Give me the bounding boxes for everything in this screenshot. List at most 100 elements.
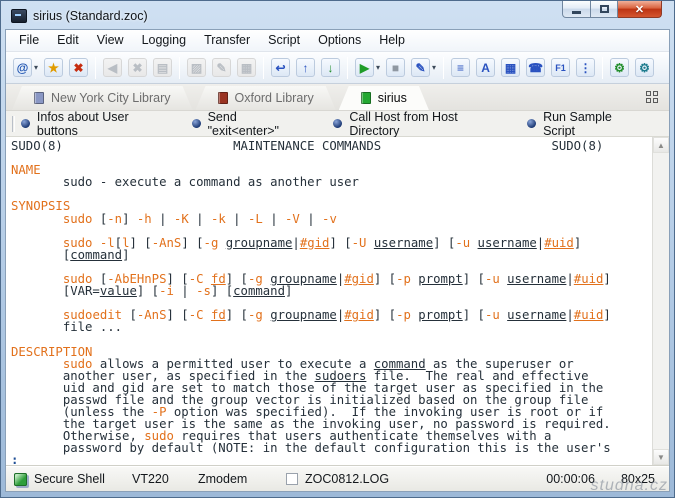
user-button-label: Run Sample Script [543, 109, 612, 138]
bullet-icon [20, 119, 30, 128]
terminal-line: [command] [11, 247, 130, 262]
emulation-options-button[interactable]: ≡ [449, 55, 472, 81]
disconnect-button[interactable]: ✖ [67, 55, 90, 81]
terminal-line: SUDO(8) MAINTENANCE COMMANDS SUDO(8) [11, 139, 604, 153]
session-settings-button[interactable]: ⚙ [633, 55, 656, 81]
device-tools-button[interactable]: ⚙ [608, 55, 631, 81]
color-options-button[interactable]: ▦ [499, 55, 522, 81]
minimize-icon [572, 10, 581, 14]
terminal-area: SUDO(8) MAINTENANCE COMMANDS SUDO(8) NAM… [6, 137, 669, 466]
terminal-line: file ... [11, 320, 123, 335]
color-options-icon: ▦ [501, 58, 521, 77]
edit-script-button[interactable]: ✎ ▾ [409, 55, 438, 81]
bullet-icon [527, 119, 537, 128]
misc-options-icon: ⋮ [576, 58, 596, 77]
client-area: File Edit View Logging Transfer Script Options… [5, 29, 670, 492]
font-options-button[interactable]: A [474, 55, 497, 81]
font-options-icon: A [476, 58, 496, 77]
tab-new-york-city-library[interactable]: New York City Library [12, 86, 193, 110]
user-button-send-exit-enter[interactable]: Send "exit<enter>" [191, 110, 300, 138]
user-buttons: Infos about User buttons Send "exit<enter… [20, 109, 669, 138]
modem-options-button[interactable]: ☎ [524, 55, 547, 81]
send-text-icon: ↩ [271, 58, 291, 77]
maximize-button[interactable] [591, 1, 618, 18]
misc-options-button[interactable]: ⋮ [574, 55, 597, 81]
upload-file-icon: ↑ [296, 58, 316, 77]
status-size: 80x25 [620, 472, 655, 486]
stop-script-button[interactable]: ■ [384, 55, 407, 81]
toolbar-separator [95, 56, 97, 79]
close-session-button[interactable]: ✖ [126, 55, 149, 81]
maximize-icon [599, 5, 609, 13]
close-icon: ✕ [634, 3, 645, 16]
window-layout-icon[interactable] [646, 91, 659, 104]
previous-session-button[interactable]: ◀ [101, 55, 124, 81]
print-button[interactable]: ▦ [235, 55, 258, 81]
log-checkbox[interactable] [286, 473, 298, 485]
tab-label: Oxford Library [234, 91, 314, 105]
terminal-output[interactable]: SUDO(8) MAINTENANCE COMMANDS SUDO(8) NAM… [6, 137, 652, 465]
scrollbar[interactable]: ▲ ▼ [652, 137, 669, 465]
tab-label: New York City Library [51, 91, 171, 105]
bullet-icon [191, 119, 201, 128]
status-logfile: ZOC0812.LOG [305, 472, 390, 486]
terminal-line: [VAR=value] [-i | -s] [command] [11, 284, 293, 299]
tab-sirius[interactable]: sirius [339, 86, 429, 110]
session-log-button[interactable]: ▤ [151, 55, 174, 81]
quick-connection-button[interactable]: ★ [42, 55, 65, 81]
menu-bar: File Edit View Logging Transfer Script Options… [6, 30, 669, 52]
user-button-label: Call Host from Host Directory [349, 109, 458, 138]
modem-options-icon: ☎ [526, 58, 546, 77]
menu-script[interactable]: Script [259, 30, 309, 51]
function-key-options-button[interactable]: F1 [549, 55, 572, 81]
send-text-button[interactable]: ↩ [269, 55, 292, 81]
clipboard-edit-button[interactable]: ✎ [210, 55, 233, 81]
menu-options[interactable]: Options [309, 30, 370, 51]
download-file-button[interactable]: ↓ [319, 55, 342, 81]
menu-file[interactable]: File [10, 30, 48, 51]
scroll-up-icon[interactable]: ▲ [653, 137, 669, 153]
previous-session-icon: ◀ [103, 58, 123, 77]
toolbar-separator [179, 56, 181, 79]
close-button[interactable]: ✕ [618, 1, 662, 18]
dropdown-caret-icon[interactable]: ▾ [432, 63, 436, 72]
user-button-label: Infos about User buttons [36, 109, 129, 138]
minimize-button[interactable] [562, 1, 591, 18]
stop-script-icon: ■ [386, 58, 406, 77]
connection-directory-button[interactable]: @ ▾ [11, 55, 40, 81]
user-button-run-sample-script[interactable]: Run Sample Script [527, 110, 635, 138]
paste-button[interactable]: ▨ [185, 55, 208, 81]
function-key-options-icon: F1 [551, 58, 571, 77]
menu-help[interactable]: Help [370, 30, 414, 51]
scroll-down-icon[interactable]: ▼ [653, 449, 669, 465]
menu-transfer[interactable]: Transfer [195, 30, 259, 51]
toolbar: @ ▾ ★ ✖ ◀ ✖ ▤ ▨ ✎ ▦ ↩ ↑ ↓ ▶ ▾ ■ ✎ ▾ ≡ A ▦ ☎ F1 ⋮ ⚙ ⚙ [6, 52, 669, 84]
dropdown-caret-icon[interactable]: ▾ [34, 63, 38, 72]
tab-oxford-library[interactable]: Oxford Library [196, 86, 336, 110]
user-button-call-host-from-host-directory[interactable]: Call Host from Host Directory [333, 110, 493, 138]
download-file-icon: ↓ [321, 58, 341, 77]
run-script-button[interactable]: ▶ ▾ [353, 55, 382, 81]
upload-file-button[interactable]: ↑ [294, 55, 317, 81]
menu-view[interactable]: View [88, 30, 133, 51]
grip-handle[interactable] [12, 115, 15, 132]
status-bar: Secure Shell VT220 Zmodem ZOC0812.LOG 00… [6, 466, 669, 491]
tab-strip: New York City Library Oxford Library siriu… [6, 84, 669, 111]
app-icon [11, 9, 27, 23]
user-button-infos-about-user-buttons[interactable]: Infos about User buttons [20, 109, 158, 138]
terminal-line: sudo - execute a command as another user [11, 175, 359, 190]
menu-edit[interactable]: Edit [48, 30, 88, 51]
menu-logging[interactable]: Logging [133, 30, 196, 51]
terminal-line: : [11, 453, 19, 465]
device-tools-icon: ⚙ [610, 58, 630, 77]
status-connection: Secure Shell [34, 472, 105, 486]
dropdown-caret-icon[interactable]: ▾ [376, 63, 380, 72]
session-icon [218, 92, 228, 104]
zoc-window: sirius (Standard.zoc) ✕ File Edit View Logg… [0, 0, 675, 498]
session-log-icon: ▤ [153, 58, 173, 77]
status-emulation: VT220 [132, 472, 169, 486]
tab-label: sirius [377, 91, 407, 105]
disconnect-icon: ✖ [69, 58, 89, 77]
